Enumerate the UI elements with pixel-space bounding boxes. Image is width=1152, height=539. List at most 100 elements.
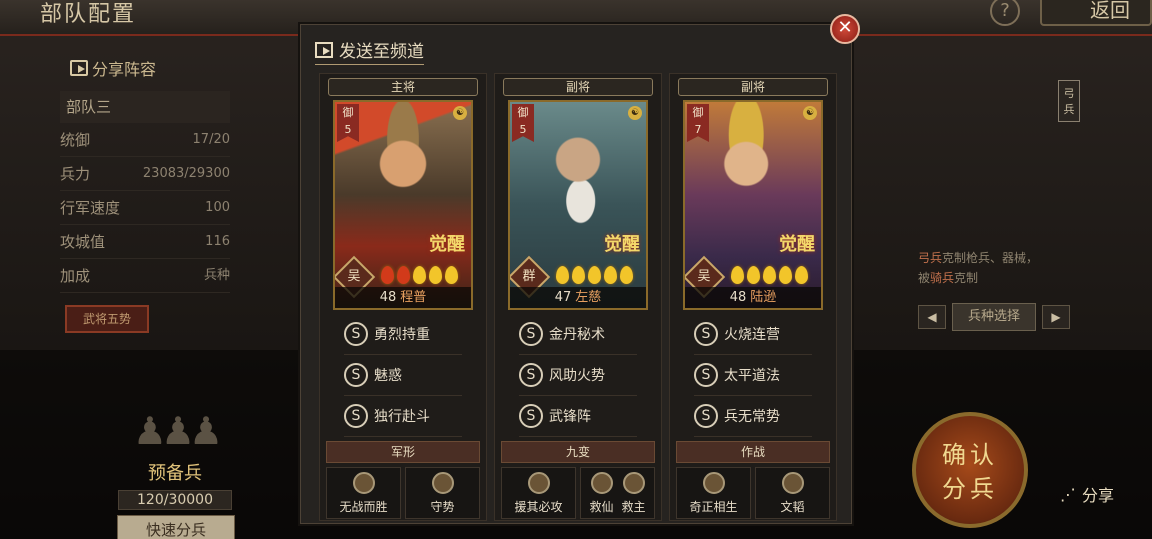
- yin-yang-icon: ☯: [628, 106, 642, 120]
- tactic-icon: [527, 471, 550, 494]
- awaken-badge: 觉醒: [604, 234, 640, 255]
- star-icon: [731, 266, 744, 284]
- star-icon: [763, 266, 776, 284]
- skill-grade-badge: S: [344, 322, 368, 346]
- prev-arrow-icon[interactable]: ◀: [918, 305, 946, 329]
- star-icon: [572, 266, 585, 284]
- general-namebar: 48 陆逊: [685, 287, 821, 308]
- skill-item[interactable]: S 魅惑: [344, 355, 462, 396]
- skill-name: 勇烈持重: [374, 327, 430, 343]
- reserve-count: 120/30000: [118, 490, 232, 510]
- star-icon: [747, 266, 760, 284]
- share-icon: [70, 60, 88, 76]
- troop-info-panel: 分享阵容 部队三 统御 17/20 兵力 23083/29300 行军速度 100 攻…: [60, 55, 230, 333]
- stat-value: 100: [205, 200, 230, 215]
- skill-grade-badge: S: [694, 404, 718, 428]
- help-button[interactable]: ?: [990, 0, 1020, 26]
- star-icon: [795, 266, 808, 284]
- tactic-icon: [431, 471, 454, 494]
- general-level: 48: [379, 290, 397, 305]
- back-button[interactable]: 返回: [1040, 0, 1152, 26]
- stat-value: 23083/29300: [142, 166, 230, 181]
- general-column: 主将御 5 ☯ 觉醒吴 48 程普 S 勇烈持重 S 魅惑 S 独行赴斗 军形 无战而胜 守势: [319, 73, 487, 521]
- tactic-icon: [352, 471, 375, 494]
- stat-value: 17/20: [192, 132, 230, 147]
- stat-label: 统御: [60, 131, 91, 149]
- tactic-row: 奇正相生 文韬: [676, 467, 830, 519]
- general-namebar: 47 左慈: [510, 287, 646, 308]
- tactic-slot[interactable]: 守势: [405, 467, 480, 519]
- skill-item[interactable]: S 火烧连营: [694, 314, 812, 355]
- tactic-icon: [622, 471, 645, 494]
- star-icon: [779, 266, 792, 284]
- general-five-potentials-button[interactable]: 武将五势: [65, 305, 149, 333]
- modal-title-text: 发送至频道: [339, 42, 424, 62]
- stat-row: 统御 17/20: [60, 123, 230, 157]
- page-title: 部队配置: [40, 2, 137, 27]
- close-icon[interactable]: ✕: [830, 14, 860, 44]
- skill-item[interactable]: S 太平道法: [694, 355, 812, 396]
- general-role: 主将: [328, 78, 478, 96]
- stat-value: 116: [205, 234, 230, 249]
- unit-select-button[interactable]: 兵种选择: [952, 303, 1036, 331]
- stat-value: 兵种: [203, 268, 230, 283]
- star-rating: [381, 266, 458, 284]
- skill-item[interactable]: S 风助火势: [519, 355, 637, 396]
- skill-name: 火烧连营: [724, 327, 780, 343]
- tactic-icon: [781, 471, 804, 494]
- send-to-channel-modal: 发送至频道 主将御 5 ☯ 觉醒吴 48 程普 S 勇烈持重 S 魅惑 S 独行赴斗 军形 无战而胜 守势副…: [300, 24, 852, 524]
- stat-label: 攻城值: [60, 233, 106, 251]
- skill-name: 太平道法: [724, 368, 780, 384]
- yin-yang-icon: ☯: [803, 106, 817, 120]
- general-card[interactable]: 御 5 ☯ 觉醒群 47 左慈: [508, 100, 648, 310]
- stat-label: 兵力: [60, 165, 91, 183]
- skill-item[interactable]: S 独行赴斗: [344, 396, 462, 437]
- tactic-slot[interactable]: 救仙 救主: [580, 467, 655, 519]
- reserve-label: 预备兵: [148, 463, 202, 484]
- skill-grade-badge: S: [694, 363, 718, 387]
- tactic-name: 无战而胜: [339, 499, 388, 514]
- tactic-slot[interactable]: 文韬: [755, 467, 830, 519]
- general-card[interactable]: 御 5 ☯ 觉醒吴 48 程普: [333, 100, 473, 310]
- tactic-section-title: 作战: [676, 441, 830, 463]
- tactic-name: 援其必攻: [514, 499, 563, 514]
- star-rating: [556, 266, 633, 284]
- tactic-icon: [590, 471, 613, 494]
- general-level: 48: [729, 290, 747, 305]
- share-lineup-label: 分享阵容: [92, 60, 157, 79]
- tactic-slot[interactable]: 奇正相生: [676, 467, 751, 519]
- awaken-badge: 觉醒: [779, 234, 815, 255]
- tactic-slot[interactable]: 援其必攻: [501, 467, 576, 519]
- skill-item[interactable]: S 武锋阵: [519, 396, 637, 437]
- tactic-name: 奇正相生: [689, 499, 738, 514]
- skill-grade-badge: S: [344, 363, 368, 387]
- stat-row: 行军速度 100: [60, 191, 230, 225]
- share-button[interactable]: ⋰ 分享: [1060, 482, 1114, 506]
- counter-line2-b: 克制: [954, 271, 979, 285]
- confirm-split-button[interactable]: 确认 分兵: [912, 412, 1028, 528]
- star-icon: [397, 266, 410, 284]
- troop-name[interactable]: 部队三: [60, 91, 230, 123]
- tactic-name: 救仙: [589, 499, 614, 514]
- skill-item[interactable]: S 勇烈持重: [344, 314, 462, 355]
- quick-split-button[interactable]: 快速分兵: [117, 515, 235, 539]
- soldiers-icon: ♟♟♟: [132, 409, 223, 453]
- next-arrow-icon[interactable]: ▶: [1042, 305, 1070, 329]
- star-icon: [381, 266, 394, 284]
- skill-grade-badge: S: [344, 404, 368, 428]
- share-lineup-button[interactable]: 分享阵容: [70, 55, 230, 81]
- unit-panel: 弓兵 弓兵克制枪兵、器械， 被骑兵克制 ◀ 兵种选择 ▶: [860, 60, 1140, 350]
- general-role: 副将: [678, 78, 828, 96]
- skill-item[interactable]: S 金丹秘术: [519, 314, 637, 355]
- stat-label: 加成: [60, 267, 91, 285]
- skill-item[interactable]: S 兵无常势: [694, 396, 812, 437]
- skill-name: 风助火势: [549, 368, 605, 384]
- star-icon: [429, 266, 442, 284]
- stat-row: 攻城值 116: [60, 225, 230, 259]
- tactic-slot[interactable]: 无战而胜: [326, 467, 401, 519]
- general-card[interactable]: 御 7 ☯ 觉醒吴 48 陆逊: [683, 100, 823, 310]
- skill-name: 独行赴斗: [374, 409, 430, 425]
- confirm-line1: 确认: [942, 441, 998, 469]
- counter-line2-k: 骑兵: [930, 271, 955, 285]
- counter-line2-a: 被: [918, 271, 931, 285]
